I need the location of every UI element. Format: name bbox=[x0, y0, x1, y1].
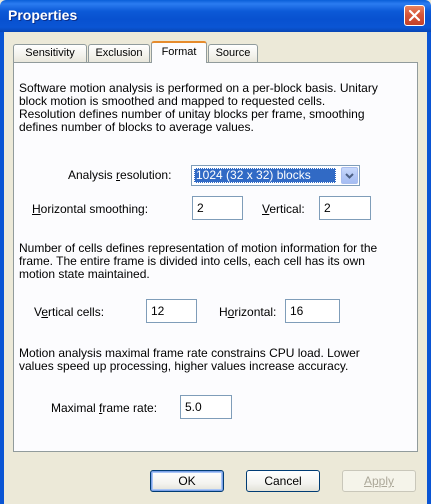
window-border-left bbox=[0, 32, 4, 504]
frame-rate-description: Motion analysis maximal frame rate const… bbox=[19, 346, 360, 373]
cancel-button[interactable]: Cancel bbox=[246, 470, 320, 492]
tab-source[interactable]: Source bbox=[208, 44, 258, 62]
vertical-smoothing-input[interactable]: 2 bbox=[319, 196, 371, 220]
title-bar[interactable]: Properties bbox=[0, 0, 431, 32]
properties-dialog: Properties Sensitivity Exclusion Format … bbox=[0, 0, 431, 504]
close-button[interactable] bbox=[404, 5, 425, 26]
vertical-cells-input[interactable]: 12 bbox=[146, 299, 197, 323]
maximal-frame-rate-label: Maximal frame rate: bbox=[51, 401, 158, 415]
resolution-description: Software motion analysis is performed on… bbox=[19, 81, 378, 134]
window-border-right bbox=[427, 32, 431, 504]
horizontal-smoothing-label: Horizontal smoothing: bbox=[32, 202, 149, 216]
apply-button[interactable]: Apply bbox=[342, 470, 416, 492]
analysis-resolution-select[interactable]: 1024 (32 x 32) blocks bbox=[191, 165, 360, 186]
analysis-resolution-label: Analysis resolution: bbox=[68, 168, 172, 182]
tab-exclusion[interactable]: Exclusion bbox=[88, 44, 150, 62]
tab-format[interactable]: Format bbox=[151, 41, 207, 63]
vertical-smoothing-label: Vertical: bbox=[262, 202, 305, 216]
maximal-frame-rate-input[interactable]: 5.0 bbox=[180, 395, 232, 419]
horizontal-cells-label: Horizontal: bbox=[219, 305, 277, 319]
close-icon bbox=[408, 9, 421, 22]
tab-sensitivity[interactable]: Sensitivity bbox=[13, 44, 87, 62]
analysis-resolution-value: 1024 (32 x 32) blocks bbox=[194, 168, 336, 183]
horizontal-smoothing-input[interactable]: 2 bbox=[192, 196, 243, 220]
dropdown-button[interactable] bbox=[341, 167, 358, 184]
window-title: Properties bbox=[8, 7, 78, 23]
vertical-cells-label: Vertical cells: bbox=[34, 305, 105, 319]
ok-button[interactable]: OK bbox=[150, 470, 224, 492]
cells-description: Number of cells defines representation o… bbox=[19, 241, 378, 281]
horizontal-cells-input[interactable]: 16 bbox=[285, 299, 340, 323]
chevron-down-icon bbox=[345, 173, 354, 179]
